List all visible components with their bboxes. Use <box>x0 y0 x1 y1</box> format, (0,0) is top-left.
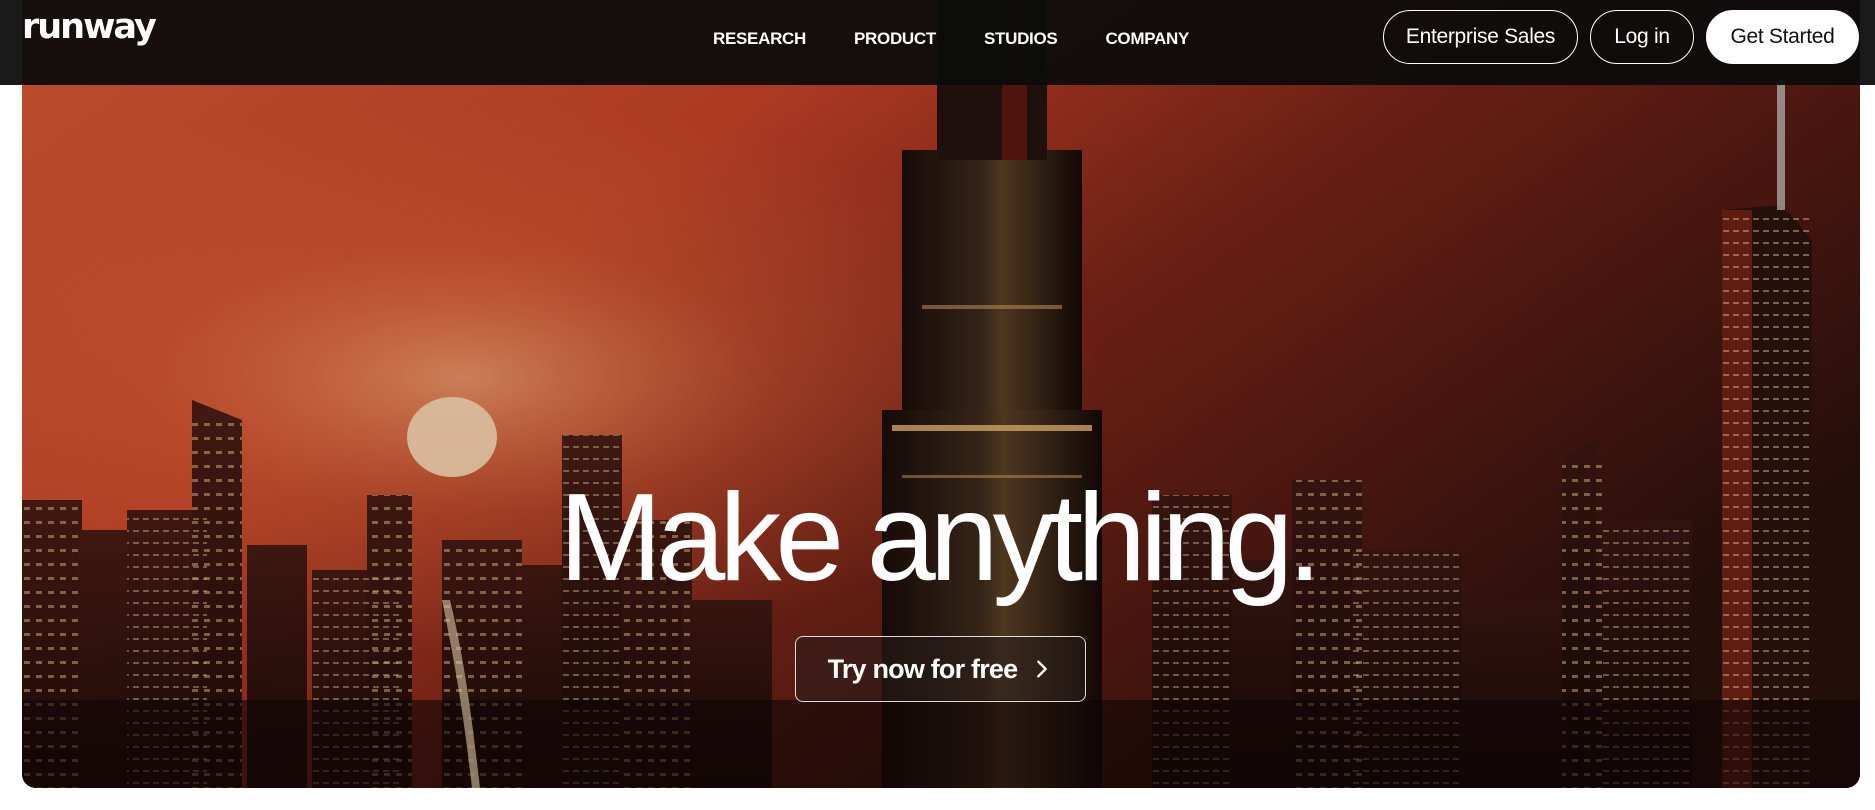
get-started-button[interactable]: Get Started <box>1706 10 1859 64</box>
top-navbar: runway RESEARCH PRODUCT STUDIOS COMPANY … <box>0 0 1875 85</box>
login-button[interactable]: Log in <box>1590 10 1694 64</box>
chevron-right-icon <box>1037 660 1048 678</box>
hero-headline: Make anything. <box>559 469 1322 607</box>
enterprise-sales-button[interactable]: Enterprise Sales <box>1383 10 1578 64</box>
nav-actions: Enterprise Sales Log in Get Started <box>1383 10 1859 64</box>
try-now-label: Try now for free <box>827 653 1019 684</box>
nav-product[interactable]: PRODUCT <box>854 28 936 50</box>
nav-research[interactable]: RESEARCH <box>713 28 806 50</box>
nav-studios[interactable]: STUDIOS <box>984 28 1058 50</box>
main-nav: RESEARCH PRODUCT STUDIOS COMPANY <box>713 28 1237 50</box>
runway-logo[interactable]: runway <box>22 10 157 45</box>
nav-company[interactable]: COMPANY <box>1105 28 1189 50</box>
try-now-button[interactable]: Try now for free <box>795 636 1086 702</box>
